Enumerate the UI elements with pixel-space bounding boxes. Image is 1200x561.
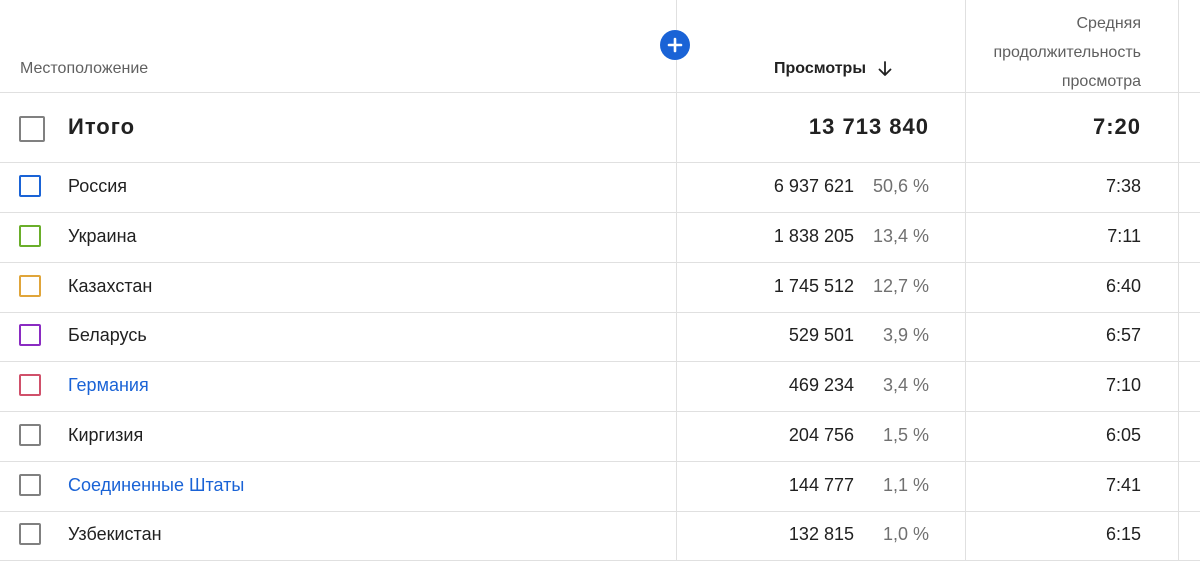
duration-value: 6:57 [1105, 325, 1141, 345]
views-percent: 1,1 % [882, 475, 929, 495]
views-value: 6 937 621 [773, 176, 854, 196]
views-percent: 13,4 % [872, 226, 929, 246]
row-checkbox[interactable] [19, 275, 41, 297]
table-row[interactable]: Соединенные Штаты 144 777 1,1 % 7:41 [0, 462, 1200, 512]
views-percent: 12,7 % [872, 276, 929, 296]
duration-value: 7:11 [1107, 226, 1141, 246]
views-value: 204 756 [788, 425, 854, 445]
duration-value: 7:10 [1105, 375, 1141, 395]
row-checkbox[interactable] [19, 324, 41, 346]
views-percent: 3,9 % [882, 325, 929, 345]
views-column-header[interactable]: Просмотры [774, 60, 894, 78]
location-name[interactable]: Германия [68, 375, 149, 396]
table-row[interactable]: Россия 6 937 621 50,6 % 7:38 [0, 163, 1200, 213]
location-name: Украина [68, 226, 137, 246]
sort-arrow-down-icon [878, 61, 892, 76]
location-name: Казахстан [68, 276, 153, 296]
row-checkbox[interactable] [19, 474, 41, 496]
location-name: Россия [68, 176, 128, 196]
table-header: Местоположение Просмотры Средняя продолж… [0, 0, 1200, 93]
plus-icon [667, 37, 683, 53]
location-name: Узбекистан [68, 524, 162, 544]
table-row[interactable]: Казахстан 1 745 512 12,7 % 6:40 [0, 263, 1200, 313]
row-checkbox[interactable] [19, 424, 41, 446]
duration-value: 7:41 [1105, 475, 1141, 495]
views-header-label: Просмотры [773, 60, 866, 77]
views-percent: 3,4 % [882, 375, 929, 395]
table-row[interactable]: Германия 469 234 3,4 % 7:10 [0, 362, 1200, 412]
location-name: Беларусь [68, 325, 147, 345]
duration-value: 6:15 [1105, 524, 1141, 544]
table-row[interactable]: Киргизия 204 756 1,5 % 6:05 [0, 412, 1200, 462]
views-percent: 1,5 % [882, 425, 929, 445]
total-views: 13 713 840 [808, 114, 929, 139]
table-row[interactable]: Беларусь 529 501 3,9 % 6:57 [0, 312, 1200, 362]
views-value: 132 815 [788, 524, 854, 544]
duration-value: 7:38 [1105, 176, 1141, 196]
views-value: 1 745 512 [773, 276, 854, 296]
row-checkbox[interactable] [19, 523, 41, 545]
table-row[interactable]: Узбекистан 132 815 1,0 % 6:15 [0, 511, 1200, 561]
views-value: 529 501 [788, 325, 854, 345]
duration-column-header[interactable]: Средняя продолжительность просмотра [941, 9, 1141, 96]
location-name[interactable]: Соединенные Штаты [68, 475, 244, 496]
views-percent: 1,0 % [882, 524, 929, 544]
views-value: 1 838 205 [773, 226, 854, 246]
views-percent: 50,6 % [872, 176, 929, 196]
location-name: Киргизия [68, 425, 144, 445]
views-value: 144 777 [788, 475, 854, 495]
table-row[interactable]: Украина 1 838 205 13,4 % 7:11 [0, 213, 1200, 263]
row-checkbox[interactable] [19, 374, 41, 396]
total-checkbox[interactable] [19, 116, 45, 142]
total-row: Итого 13 713 840 7:20 [0, 93, 1200, 163]
total-duration: 7:20 [1092, 114, 1141, 139]
row-checkbox[interactable] [19, 175, 41, 197]
total-label: Итого [68, 114, 136, 139]
location-column-header[interactable]: Местоположение [20, 60, 148, 78]
add-metric-button[interactable] [660, 30, 690, 60]
views-value: 469 234 [788, 375, 854, 395]
duration-value: 6:40 [1105, 276, 1141, 296]
duration-value: 6:05 [1105, 425, 1141, 445]
row-checkbox[interactable] [19, 225, 41, 247]
